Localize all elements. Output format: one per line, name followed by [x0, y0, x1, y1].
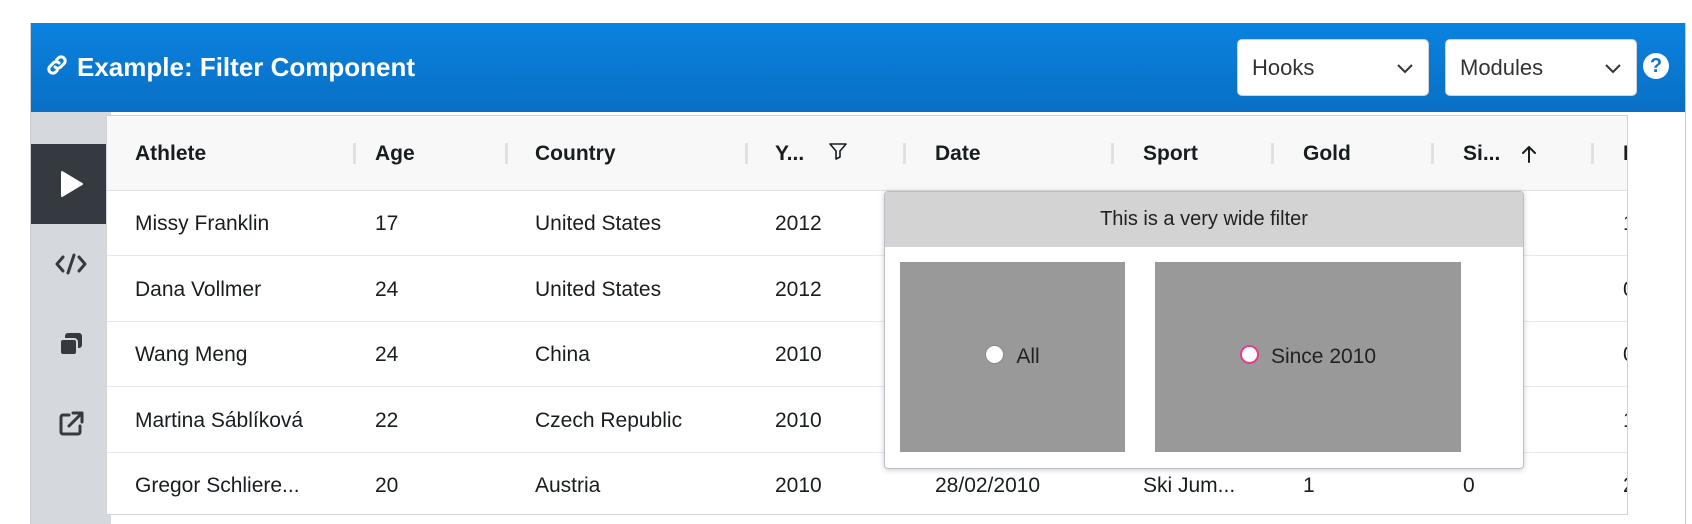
- cell-athlete: Gregor Schliere...: [135, 473, 300, 497]
- column-header-athlete[interactable]: Athlete: [135, 116, 206, 191]
- external-link-icon: [59, 411, 84, 436]
- column-header-gold[interactable]: Gold: [1303, 116, 1351, 191]
- column-header-age[interactable]: Age: [375, 116, 415, 191]
- cell-bronze: 1: [1623, 388, 1627, 453]
- framework-select-value: Hooks: [1252, 54, 1315, 80]
- column-header-label: Sport: [1143, 141, 1198, 165]
- column-header-label: Si...: [1463, 141, 1501, 165]
- cell-year: 2010: [775, 473, 822, 497]
- column-header-year[interactable]: Y...: [775, 116, 848, 191]
- cell-country: China: [535, 342, 590, 366]
- sidebar-external-link-button[interactable]: [31, 384, 111, 464]
- filter-option-since-2010[interactable]: Since 2010: [1155, 262, 1461, 452]
- column-resize-handle[interactable]: [1111, 143, 1114, 164]
- column-header-label: B: [1623, 142, 1627, 166]
- filter-icon[interactable]: [828, 141, 848, 161]
- column-header-label: Age: [375, 141, 415, 165]
- column-header-label: Date: [935, 141, 981, 165]
- cell-age: 17: [375, 211, 399, 235]
- cell-year: 2012: [775, 277, 822, 301]
- cell-country: Czech Republic: [535, 408, 683, 432]
- sidebar-run-button[interactable]: [31, 144, 111, 224]
- cell-country: United States: [535, 277, 662, 301]
- module-select[interactable]: Modules: [1445, 39, 1637, 96]
- year-filter-popup: This is a very wide filter All Since 201…: [884, 191, 1524, 469]
- chevron-down-icon: [1605, 64, 1621, 74]
- framework-select[interactable]: Hooks: [1237, 39, 1429, 96]
- cell-athlete: Wang Meng: [135, 342, 248, 366]
- column-resize-handle[interactable]: [353, 143, 356, 164]
- grid-header: Athlete Age Country Y... Date Sport Gold…: [107, 116, 1627, 191]
- filter-option-label: All: [1016, 345, 1040, 368]
- sidebar: [31, 112, 111, 524]
- cell-age: 22: [375, 408, 399, 432]
- cell-year: 2012: [775, 211, 822, 235]
- cell-athlete: Dana Vollmer: [135, 277, 262, 301]
- cell-country: United States: [535, 211, 662, 235]
- column-header-label: Country: [535, 141, 616, 165]
- radio-button[interactable]: [985, 344, 1005, 364]
- cell-country: Austria: [535, 473, 601, 497]
- sidebar-copy-button[interactable]: [31, 304, 111, 384]
- column-header-label: Y...: [775, 141, 805, 165]
- column-header-label: Athlete: [135, 141, 207, 165]
- column-resize-handle[interactable]: [1591, 143, 1594, 164]
- column-header-country[interactable]: Country: [535, 116, 616, 191]
- cell-athlete: Martina Sáblíková: [135, 408, 304, 432]
- column-header-bronze[interactable]: B: [1623, 116, 1627, 191]
- cell-bronze: 0: [1623, 257, 1627, 322]
- app-header: Example: Filter Component Hooks Modules …: [31, 23, 1685, 112]
- cell-age: 24: [375, 277, 399, 301]
- sidebar-code-button[interactable]: [31, 224, 111, 304]
- column-resize-handle[interactable]: [745, 143, 748, 164]
- code-icon: [55, 253, 87, 275]
- radio-button-selected[interactable]: [1239, 344, 1259, 364]
- link-icon: [45, 53, 69, 82]
- cell-bronze: 2: [1623, 453, 1627, 514]
- page-title: Example: Filter Component: [77, 52, 416, 82]
- filter-option-label: Since 2010: [1270, 345, 1377, 368]
- chevron-down-icon: [1397, 64, 1413, 74]
- column-resize-handle[interactable]: [1271, 143, 1274, 164]
- column-header-label: Gold: [1303, 141, 1351, 165]
- column-header-date[interactable]: Date: [935, 116, 981, 191]
- column-resize-handle[interactable]: [903, 143, 906, 164]
- column-resize-handle[interactable]: [505, 143, 508, 164]
- column-header-silver[interactable]: Si...: [1463, 116, 1538, 191]
- help-icon[interactable]: ?: [1643, 53, 1669, 79]
- column-resize-handle[interactable]: [1431, 143, 1434, 164]
- cell-bronze: 1: [1623, 191, 1627, 256]
- play-icon: [61, 171, 83, 197]
- column-header-sport[interactable]: Sport: [1143, 116, 1198, 191]
- cell-age: 24: [375, 342, 399, 366]
- cell-year: 2010: [775, 408, 822, 432]
- copy-icon: [59, 333, 82, 356]
- title-area: Example: Filter Component: [45, 52, 415, 83]
- cell-bronze: 0: [1623, 322, 1627, 387]
- cell-age: 20: [375, 473, 399, 497]
- sort-ascending-icon: [1522, 145, 1537, 163]
- cell-athlete: Missy Franklin: [135, 211, 270, 235]
- filter-popup-title: This is a very wide filter: [885, 192, 1523, 247]
- filter-option-all[interactable]: All: [900, 262, 1125, 452]
- module-select-value: Modules: [1460, 54, 1544, 80]
- cell-year: 2010: [775, 342, 822, 366]
